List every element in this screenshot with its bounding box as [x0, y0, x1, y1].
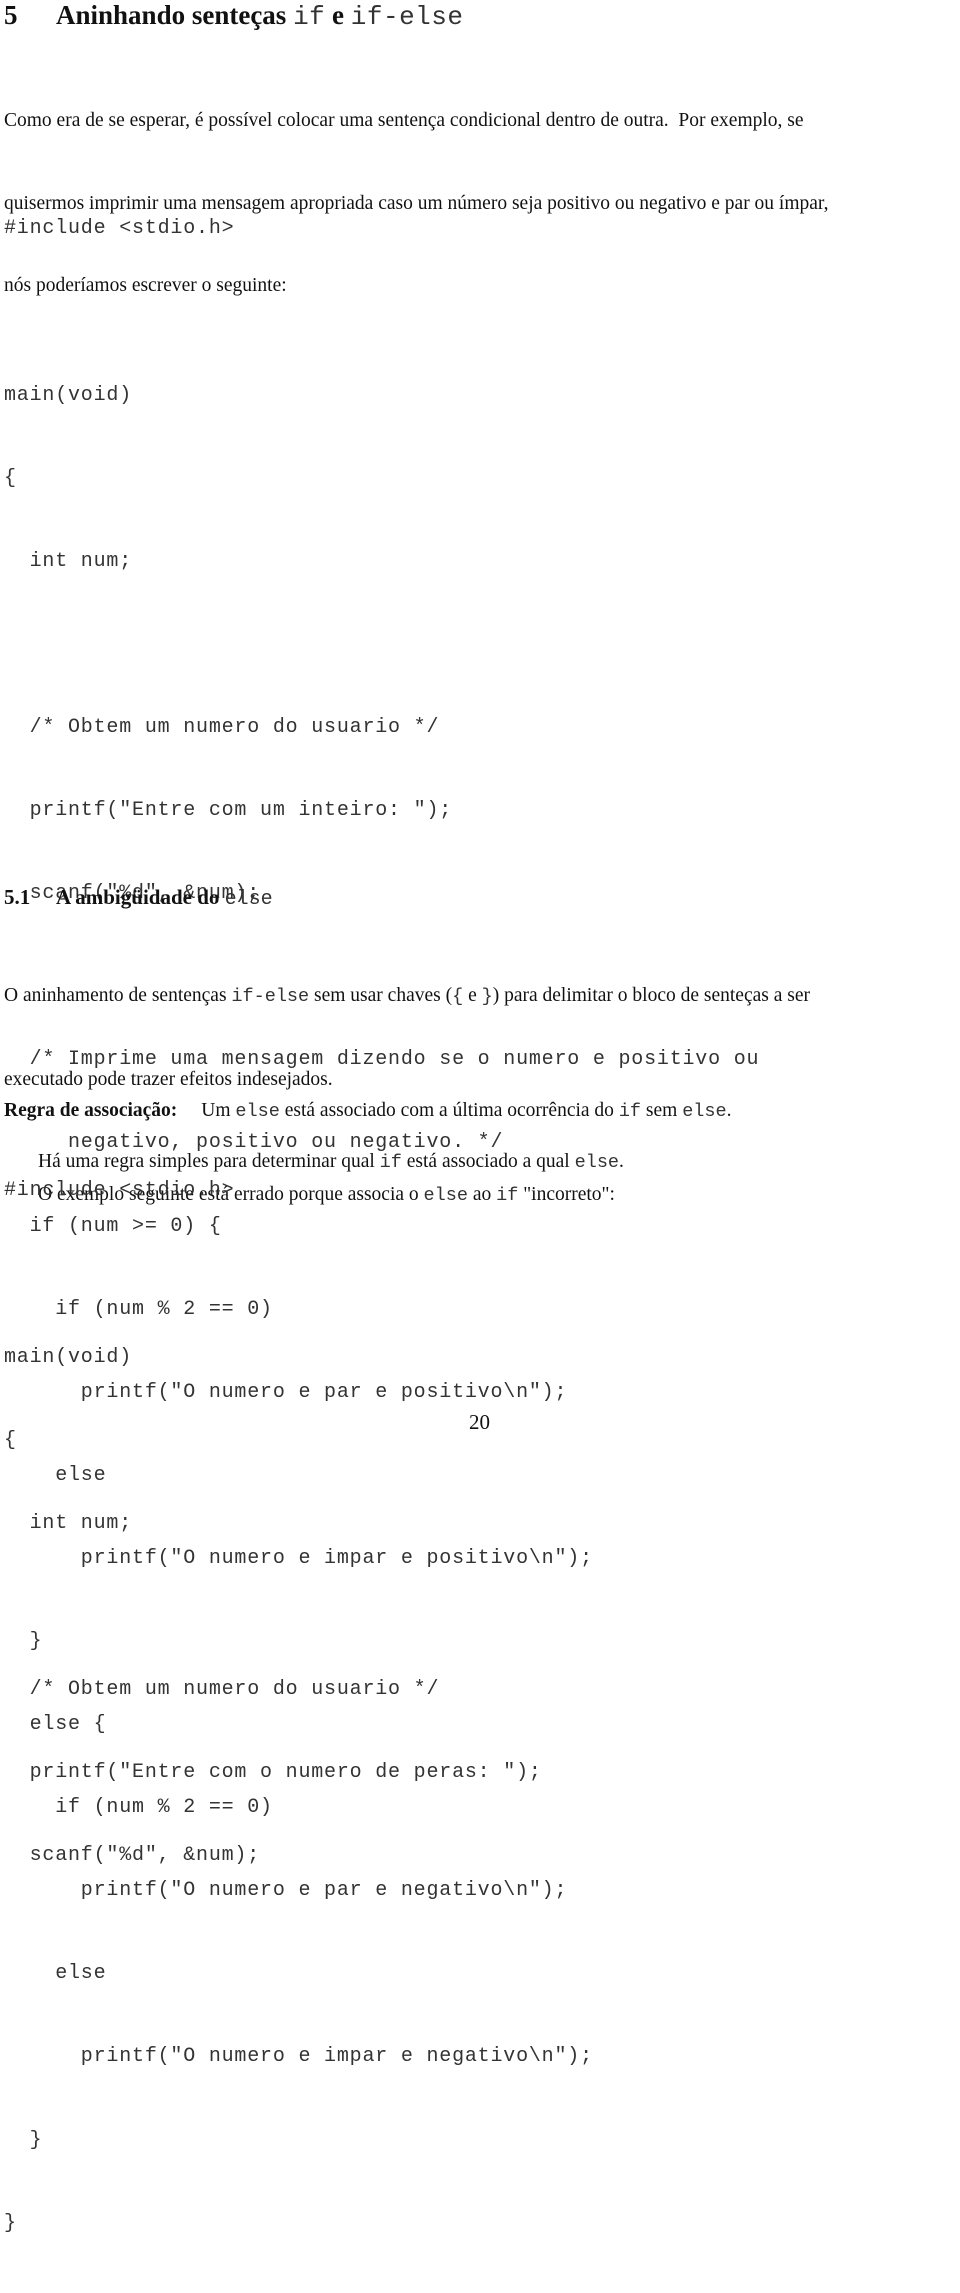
- section-title-code-if: if: [293, 2, 326, 32]
- subsection-number: 5.1: [4, 885, 31, 909]
- section-title-code-if-else: if-else: [350, 2, 464, 32]
- page-number: 20: [469, 1410, 490, 1434]
- code-line: scanf("%d", &num);: [4, 1844, 261, 1868]
- inline-code: if-else: [231, 986, 310, 1007]
- inline-code: else: [682, 1101, 727, 1122]
- code-line: else: [4, 1962, 107, 1986]
- inline-code: }: [481, 986, 493, 1007]
- inline-code: {: [452, 986, 464, 1007]
- text-run: .: [726, 1100, 732, 1121]
- code-line: int num;: [4, 1511, 133, 1535]
- code-line: main(void): [4, 383, 133, 407]
- ambiguity-line-1: O aninhamento de sentenças if-else sem u…: [4, 982, 810, 1011]
- section-title-conjunction: e: [332, 0, 345, 30]
- code-line: #include <stdio.h>: [4, 1179, 235, 1203]
- document-page: 5 Aninhando senteças if e if-else Como er…: [0, 0, 960, 2235]
- section-number: 5: [4, 0, 18, 30]
- text-run: Um: [201, 1100, 236, 1121]
- text-run: ) para delimitar o bloco de senteças a s…: [492, 985, 810, 1006]
- inline-code: else: [235, 1101, 280, 1122]
- code-line: int num;: [4, 549, 133, 573]
- code-line: }: [4, 2211, 17, 2235]
- code-line: {: [4, 1428, 17, 1452]
- section-heading: 5 Aninhando senteças if e if-else: [4, 0, 463, 32]
- intro-line: Como era de se esperar, é possível coloc…: [4, 110, 804, 131]
- code-block-wrong-else: #include <stdio.h> main(void) { int num;…: [4, 1122, 542, 1925]
- subsection-heading: 5.1 A ambigüidade do else: [4, 884, 273, 913]
- subsection-title-text: A ambigüidade do: [56, 885, 220, 909]
- subsection-title-code-else: else: [224, 888, 273, 911]
- code-line: /* Obtem um numero do usuario */: [4, 1677, 440, 1701]
- code-line: printf("Entre com um inteiro: ");: [4, 799, 453, 823]
- code-line: main(void): [4, 1345, 133, 1369]
- code-line: #include <stdio.h>: [4, 217, 235, 241]
- text-run: sem: [641, 1100, 683, 1121]
- code-line: /* Obtem um numero do usuario */: [4, 715, 440, 739]
- code-line: printf("O numero e impar e negativo\n");: [4, 2045, 593, 2069]
- text-run: está associado com a última ocorrência d…: [279, 1100, 619, 1121]
- inline-code: if: [618, 1101, 642, 1122]
- code-line: {: [4, 466, 17, 490]
- text-run: e: [463, 985, 482, 1006]
- code-line: printf("Entre com o numero de peras: ");: [4, 1761, 542, 1785]
- text-run: sem usar chaves (: [309, 985, 453, 1006]
- rule-label: Regra de associação:: [4, 1100, 178, 1121]
- code-line: }: [4, 2128, 43, 2152]
- section-title-text: Aninhando senteças: [56, 0, 287, 30]
- text-run: O aninhamento de sentenças: [4, 985, 232, 1006]
